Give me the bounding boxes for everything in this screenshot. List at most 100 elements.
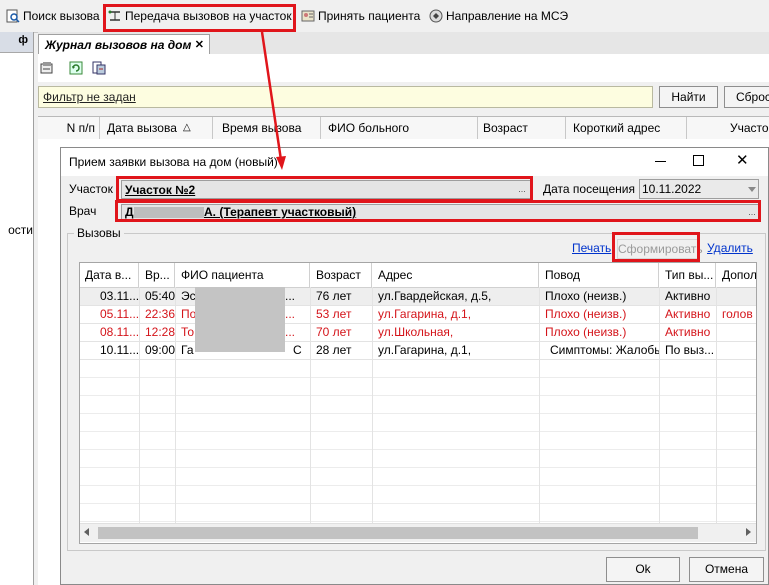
- calls-col-age[interactable]: Возраст: [311, 263, 372, 287]
- tab-call-journal[interactable]: Журнал вызовов на дом ✕: [38, 34, 210, 54]
- dropdown-arrow-icon[interactable]: [748, 187, 756, 192]
- row-reason: Плохо (неизв.): [545, 307, 627, 321]
- close-icon[interactable]: ✕: [736, 151, 749, 169]
- mse-referral-button[interactable]: Направление на МСЭ: [429, 7, 568, 25]
- row-date: 05.11...: [100, 307, 140, 321]
- row-extra: [717, 324, 756, 341]
- row-age: 76 лет: [316, 289, 352, 303]
- col-age[interactable]: Возраст: [479, 117, 566, 139]
- cancel-button[interactable]: Отмена: [689, 557, 764, 582]
- maximize-icon[interactable]: [693, 155, 704, 166]
- district-label: Участок: [69, 182, 113, 196]
- transfer-icon: [108, 9, 122, 23]
- calls-col-address[interactable]: Адрес: [373, 263, 539, 287]
- col-divider: [139, 287, 140, 523]
- tab-close-icon[interactable]: ✕: [195, 35, 204, 55]
- refresh-icon[interactable]: [69, 61, 83, 78]
- row-reason: Плохо (неизв.): [545, 289, 627, 303]
- row-type: По выз...: [665, 343, 715, 357]
- journal-grid-header: N п/п Дата вызова △ Время вызова ФИО бол…: [38, 116, 769, 140]
- row-type: Активно: [665, 325, 711, 339]
- export-icon[interactable]: [92, 61, 106, 78]
- find-button[interactable]: Найти: [659, 86, 718, 108]
- ok-button[interactable]: Ok: [606, 557, 680, 582]
- calls-col-patient[interactable]: ФИО пациента: [176, 263, 310, 287]
- row-date: 03.11...: [100, 289, 140, 303]
- left-panel-header: ф: [0, 32, 33, 53]
- mse-referral-label: Направление на МСЭ: [446, 9, 569, 23]
- left-docked-panel: [0, 32, 34, 585]
- doctor-ellipsis-button[interactable]: ...: [746, 207, 758, 219]
- minimize-icon[interactable]: [655, 161, 666, 162]
- row-time: 09:00: [145, 343, 176, 357]
- filter-bar[interactable]: Фильтр не задан: [38, 86, 653, 108]
- accept-patient-button[interactable]: Принять пациента: [301, 7, 420, 25]
- search-call-icon: [6, 9, 20, 23]
- row-patient-tail: С: [293, 343, 302, 357]
- col-divider: [716, 287, 717, 523]
- col-divider: [539, 287, 540, 523]
- scroll-left-icon[interactable]: [84, 528, 89, 536]
- search-call-button[interactable]: Поиск вызова: [6, 7, 100, 25]
- table-row[interactable]: 05.11... 22:36 По ... 53 лет ул.Гагарина…: [80, 306, 756, 324]
- table-row[interactable]: 03.11... 05:40 Эс ... 76 лет ул.Гвардейс…: [80, 288, 756, 306]
- calls-col-date[interactable]: Дата в...: [80, 263, 139, 287]
- row-extra: голов: [722, 307, 753, 321]
- dialog-titlebar: Прием заявки вызова на дом (новый) ✕: [61, 148, 768, 176]
- row-reason: Симптомы: Жалобы: [550, 343, 660, 357]
- row-extra: [717, 342, 756, 359]
- left-panel-truncated-text: ости: [8, 223, 33, 237]
- table-row[interactable]: 10.11... 09:00 Га С 28 лет ул.Гагарина, …: [80, 342, 756, 360]
- doctor-name-redaction: [134, 207, 204, 218]
- row-time: 22:36: [145, 307, 176, 321]
- pin-icon[interactable]: ф: [18, 34, 28, 46]
- table-empty-area: [80, 360, 756, 523]
- mse-referral-icon: [429, 9, 443, 23]
- calls-col-extra[interactable]: Допол: [717, 263, 756, 287]
- col-np[interactable]: N п/п: [38, 117, 100, 139]
- filter-link[interactable]: Фильтр не задан: [43, 90, 136, 104]
- calls-col-reason[interactable]: Повод: [540, 263, 659, 287]
- scrollbar-thumb[interactable]: [98, 527, 698, 539]
- delete-link[interactable]: Удалить: [707, 241, 753, 255]
- row-type: Активно: [665, 307, 711, 321]
- table-row[interactable]: 08.11... 12:28 То ... 70 лет ул.Школьная…: [80, 324, 756, 342]
- col-district[interactable]: Участок: [688, 117, 769, 139]
- row-extra: [717, 288, 756, 305]
- row-age: 28 лет: [316, 343, 352, 357]
- district-field[interactable]: Участок №2 ...: [121, 180, 531, 199]
- doctor-field[interactable]: Д А. (Терапевт участковый) ...: [121, 204, 761, 220]
- transfer-calls-button[interactable]: Передача вызовов на участок: [108, 7, 292, 25]
- col-patient-name[interactable]: ФИО больного: [322, 117, 478, 139]
- reset-button[interactable]: Сброс: [724, 86, 769, 108]
- row-date: 08.11...: [100, 325, 140, 339]
- row-address: ул.Гвардейская, д.5,: [378, 289, 492, 303]
- col-divider: [659, 287, 660, 523]
- col-divider: [310, 287, 311, 523]
- form-button[interactable]: Сформировать: [617, 239, 703, 259]
- print-link[interactable]: Печать: [572, 241, 611, 255]
- row-age: 53 лет: [316, 307, 352, 321]
- calls-col-time[interactable]: Вр...: [140, 263, 175, 287]
- col-call-time[interactable]: Время вызова: [214, 117, 321, 139]
- journal-toolbar: [38, 54, 769, 82]
- row-address: ул.Гагарина, д.1,: [378, 307, 472, 321]
- row-reason: Плохо (неизв.): [545, 325, 627, 339]
- district-ellipsis-button[interactable]: ...: [516, 184, 528, 196]
- transfer-calls-label: Передача вызовов на участок: [125, 9, 292, 23]
- properties-icon[interactable]: [40, 61, 54, 78]
- doctor-value-prefix: Д: [125, 205, 134, 219]
- row-address: ул.Гагарина, д.1,: [378, 343, 472, 357]
- scroll-right-icon[interactable]: [746, 528, 751, 536]
- search-call-label: Поиск вызова: [23, 9, 100, 23]
- horizontal-scrollbar[interactable]: [80, 523, 756, 542]
- patient-name-redaction: [195, 287, 285, 352]
- calls-col-type[interactable]: Тип вы...: [660, 263, 716, 287]
- dialog-title: Прием заявки вызова на дом (новый): [69, 155, 278, 169]
- row-time: 05:40: [145, 289, 176, 303]
- doctor-value: А. (Терапевт участковый): [204, 205, 357, 219]
- visit-date-field[interactable]: 10.11.2022: [639, 179, 759, 199]
- col-call-date[interactable]: Дата вызова △: [101, 117, 213, 139]
- row-age: 70 лет: [316, 325, 352, 339]
- col-short-address[interactable]: Короткий адрес: [567, 117, 687, 139]
